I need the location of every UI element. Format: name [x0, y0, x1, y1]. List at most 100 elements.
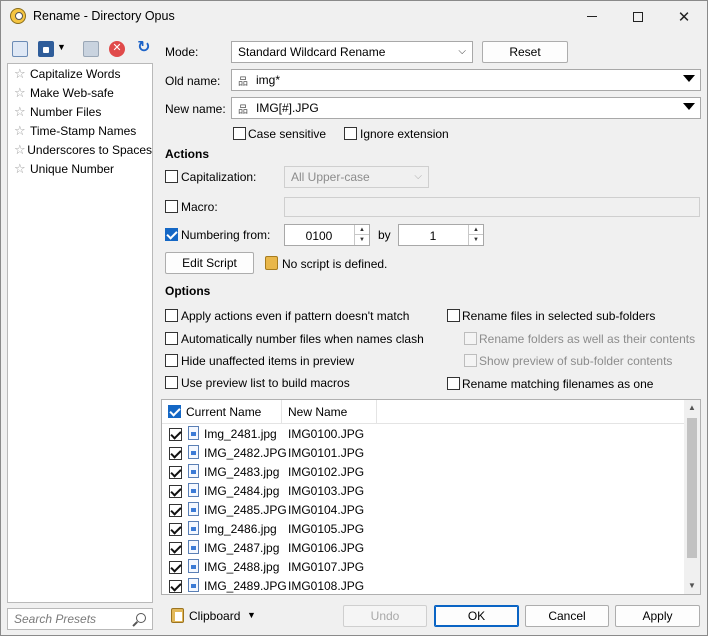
old-name-value: img*	[256, 73, 281, 87]
table-row[interactable]: IMG_2482.JPG IMG0101.JPG	[162, 444, 684, 463]
new-name-cell: IMG0101.JPG	[288, 446, 365, 460]
option-checkbox[interactable]	[447, 377, 460, 390]
preset-item[interactable]: ☆ Capitalize Words	[8, 64, 152, 83]
scroll-down-icon[interactable]: ▼	[688, 581, 696, 590]
script-icon	[265, 256, 278, 270]
rename-dialog: Rename - Directory Opus ✕ ▼ ✕ ↻ ☆ Capital…	[0, 0, 708, 636]
macro-checkbox[interactable]	[165, 200, 178, 213]
scrollbar-thumb[interactable]	[687, 418, 697, 558]
cancel-button[interactable]: Cancel	[525, 605, 609, 627]
table-row[interactable]: Img_2486.jpg IMG0105.JPG	[162, 520, 684, 539]
print-icon[interactable]	[83, 41, 99, 57]
current-name-column-header[interactable]: Current Name	[162, 400, 282, 424]
search-placeholder: Search Presets	[14, 612, 97, 626]
option-checkbox[interactable]	[464, 332, 477, 345]
option-checkbox[interactable]	[447, 309, 460, 322]
current-name-cell: IMG_2484.jpg	[204, 484, 280, 498]
capitalization-select[interactable]: All Upper-case ⌵	[284, 166, 429, 188]
save-preset-icon[interactable]	[12, 41, 28, 57]
chevron-down-icon[interactable]: ▼	[57, 42, 66, 52]
dropdown-arrow-icon[interactable]	[683, 103, 695, 110]
vertical-scrollbar[interactable]: ▲ ▼	[684, 400, 700, 594]
edit-script-button[interactable]: Edit Script	[165, 252, 254, 274]
clipboard-icon[interactable]	[171, 608, 184, 623]
table-row[interactable]: IMG_2489.JPG IMG0108.JPG	[162, 577, 684, 594]
title-bar: Rename - Directory Opus ✕	[1, 1, 707, 32]
new-name-cell: IMG0103.JPG	[288, 484, 365, 498]
preset-item[interactable]: ☆ Unique Number	[8, 159, 152, 178]
row-checkbox[interactable]	[169, 485, 182, 498]
row-checkbox[interactable]	[169, 580, 182, 593]
option-checkbox[interactable]	[464, 354, 477, 367]
numbering-from-stepper[interactable]: 0100 ▲ ▼	[284, 224, 370, 246]
ignore-extension-checkbox[interactable]	[344, 127, 357, 140]
current-name-cell: IMG_2488.jpg	[204, 560, 280, 574]
option-checkbox[interactable]	[165, 376, 178, 389]
mode-select[interactable]: Standard Wildcard Rename ⌵	[231, 41, 473, 63]
row-checkbox[interactable]	[169, 561, 182, 574]
refresh-icon[interactable]: ↻	[137, 40, 153, 56]
macro-field[interactable]	[284, 197, 700, 217]
delete-icon[interactable]: ✕	[109, 41, 125, 57]
spin-up-icon[interactable]: ▲	[468, 225, 483, 235]
preset-item[interactable]: ☆ Number Files	[8, 102, 152, 121]
scroll-up-icon[interactable]: ▲	[688, 403, 696, 412]
minimize-button[interactable]	[569, 1, 615, 32]
preset-item[interactable]: ☆ Time-Stamp Names	[8, 121, 152, 140]
row-checkbox[interactable]	[169, 447, 182, 460]
new-name-cell: IMG0105.JPG	[288, 522, 365, 536]
numbering-by-stepper[interactable]: 1 ▲ ▼	[398, 224, 484, 246]
table-row[interactable]: IMG_2488.jpg IMG0107.JPG	[162, 558, 684, 577]
script-status: No script is defined.	[282, 257, 388, 271]
option-checkbox[interactable]	[165, 332, 178, 345]
reset-button[interactable]: Reset	[482, 41, 568, 63]
option-label: Rename files in selected sub-folders	[462, 309, 656, 323]
current-name-cell: Img_2486.jpg	[204, 522, 277, 536]
ok-button[interactable]: OK	[434, 605, 519, 627]
dropdown-arrow-icon[interactable]	[683, 75, 695, 82]
option-checkbox[interactable]	[165, 354, 178, 367]
row-checkbox[interactable]	[169, 523, 182, 536]
case-sensitive-label: Case sensitive	[248, 127, 327, 141]
ignore-extension-label: Ignore extension	[360, 127, 449, 141]
numbering-checkbox[interactable]	[165, 228, 178, 241]
spin-up-icon[interactable]: ▲	[354, 225, 369, 235]
row-checkbox[interactable]	[169, 466, 182, 479]
new-name-cell: IMG0102.JPG	[288, 465, 365, 479]
search-presets-input[interactable]: Search Presets	[7, 608, 153, 630]
close-button[interactable]: ✕	[661, 1, 707, 32]
image-file-icon	[188, 445, 199, 459]
preset-item[interactable]: ☆ Make Web-safe	[8, 83, 152, 102]
new-name-column-header[interactable]: New Name	[282, 400, 377, 424]
star-icon: ☆	[14, 84, 26, 100]
chevron-down-icon[interactable]: ▼	[247, 610, 256, 620]
table-row[interactable]: IMG_2484.jpg IMG0103.JPG	[162, 482, 684, 501]
clipboard-button[interactable]: Clipboard	[189, 609, 240, 623]
table-row[interactable]: IMG_2483.jpg IMG0102.JPG	[162, 463, 684, 482]
save-preset-dropdown-icon[interactable]	[38, 41, 54, 57]
row-checkbox[interactable]	[169, 542, 182, 555]
case-sensitive-checkbox[interactable]	[233, 127, 246, 140]
table-row[interactable]: IMG_2485.JPG IMG0104.JPG	[162, 501, 684, 520]
select-all-checkbox[interactable]	[168, 405, 181, 418]
capitalization-checkbox[interactable]	[165, 170, 178, 183]
option-checkbox[interactable]	[165, 309, 178, 322]
maximize-button[interactable]	[615, 1, 661, 32]
option-label: Rename matching filenames as one	[462, 377, 654, 391]
star-icon: ☆	[14, 65, 26, 81]
table-row[interactable]: Img_2481.jpg IMG0100.JPG	[162, 425, 684, 444]
old-name-field[interactable]: 品 img*	[231, 69, 701, 91]
spin-down-icon[interactable]: ▼	[468, 235, 483, 245]
image-file-icon	[188, 426, 199, 440]
new-name-cell: IMG0104.JPG	[288, 503, 365, 517]
row-checkbox[interactable]	[169, 504, 182, 517]
new-name-field[interactable]: 品 IMG[#].JPG	[231, 97, 701, 119]
row-checkbox[interactable]	[169, 428, 182, 441]
search-icon[interactable]	[136, 613, 146, 623]
undo-button[interactable]: Undo	[343, 605, 427, 627]
old-name-label: Old name:	[165, 74, 221, 88]
preset-item[interactable]: ☆ Underscores to Spaces	[8, 140, 152, 159]
spin-down-icon[interactable]: ▼	[354, 235, 369, 245]
apply-button[interactable]: Apply	[615, 605, 700, 627]
table-row[interactable]: IMG_2487.jpg IMG0106.JPG	[162, 539, 684, 558]
